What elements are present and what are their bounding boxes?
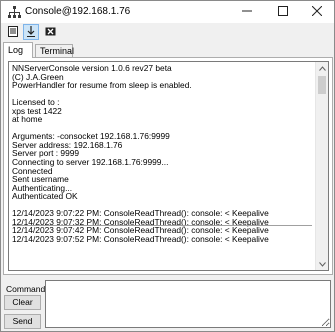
toolbar (1, 23, 334, 42)
send-button[interactable]: Send (4, 314, 41, 329)
log-line: PowerHandler for resume from sleep is en… (12, 80, 192, 91)
log-scrollbar[interactable] (315, 62, 328, 270)
minimize-icon (242, 6, 252, 18)
log-text: NNServerConsole version 1.0.6 rev27 beta… (12, 64, 315, 270)
command-input[interactable] (45, 280, 331, 328)
log-output[interactable]: NNServerConsole version 1.0.6 rev27 beta… (8, 61, 329, 271)
clear-button[interactable]: Clear (4, 295, 41, 310)
chevron-down-icon (318, 259, 326, 269)
scroll-thumb[interactable] (318, 76, 326, 94)
document-icon (8, 25, 18, 39)
clear-log-tool-button[interactable] (42, 24, 58, 40)
log-line: at home (12, 114, 43, 125)
network-icon (8, 6, 21, 18)
console-window: Console@192.168.1.76 Log Terminal NNServ… (0, 0, 335, 332)
chevron-up-icon (318, 63, 326, 73)
scroll-up-button[interactable] (316, 62, 328, 74)
log-separator (12, 225, 312, 226)
log-line: xps test 1422 (12, 105, 62, 116)
scroll-down-button[interactable] (316, 258, 328, 270)
maximize-icon (278, 6, 288, 18)
window-title: Console@192.168.1.76 (25, 6, 131, 17)
tab-terminal[interactable]: Terminal (35, 44, 74, 58)
download-arrow-icon (26, 25, 36, 39)
clear-x-icon (45, 27, 56, 38)
log-tab-page: NNServerConsole version 1.0.6 rev27 beta… (3, 57, 333, 275)
log-line: Authenticated OK (12, 191, 78, 202)
maximize-button[interactable] (265, 1, 301, 23)
document-tool-button[interactable] (5, 24, 21, 40)
log-line: Connecting to server 192.168.1.76:9999..… (12, 157, 169, 168)
title-bar[interactable]: Console@192.168.1.76 (1, 1, 334, 23)
close-button[interactable] (299, 1, 334, 23)
minimize-button[interactable] (229, 1, 265, 23)
autoscroll-tool-button[interactable] (23, 24, 39, 40)
close-icon (311, 5, 323, 18)
tab-log[interactable]: Log (3, 42, 33, 58)
log-line: 12/14/2023 9:07:52 PM: ConsoleReadThread… (12, 233, 269, 244)
command-label: Command: (6, 284, 48, 294)
tab-strip: Log Terminal (1, 42, 334, 58)
